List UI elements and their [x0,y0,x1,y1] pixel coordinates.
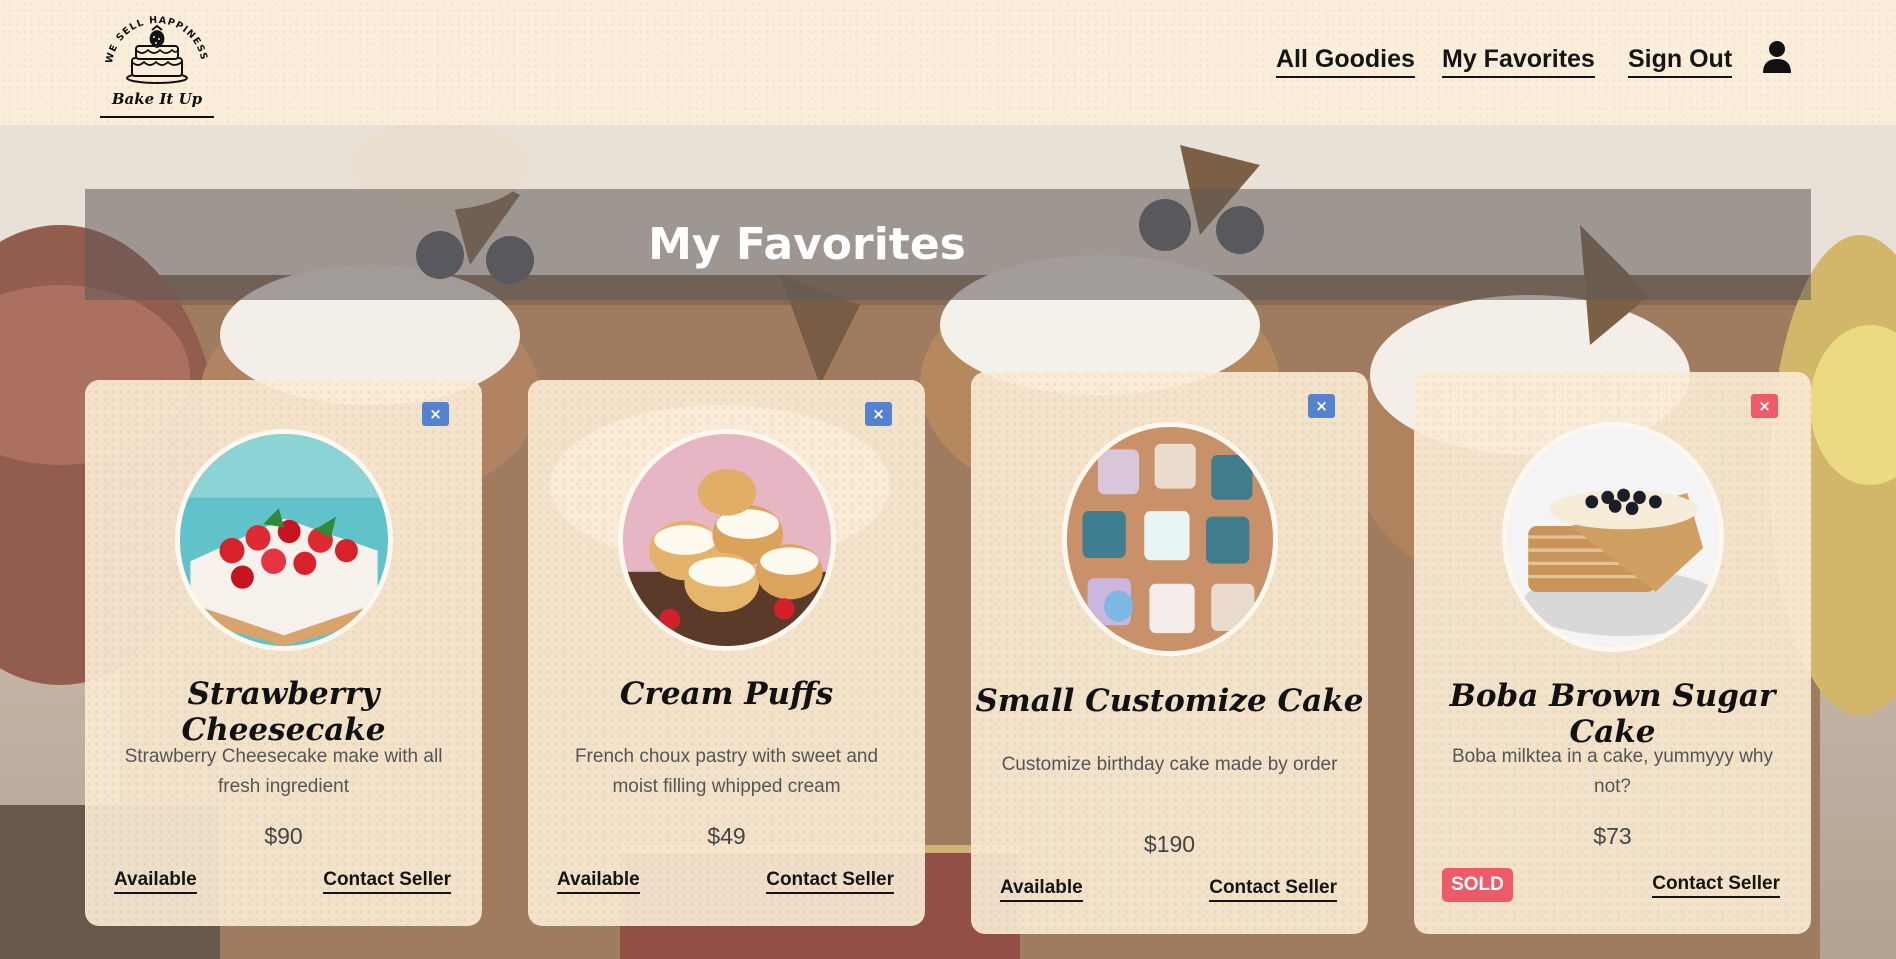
remove-favorite-button[interactable]: × [422,402,449,426]
product-description: Customize birthday cake made by order [1001,754,1338,775]
product-description: Strawberry Cheesecake make with all fres… [124,746,443,797]
product-name: Strawberry Cheesecake [181,676,386,748]
favorite-card: × Cream Puffs French choux pastry with s… [528,380,925,926]
product-photo [617,429,836,651]
nav-my-favorites[interactable]: My Favorites [1442,44,1595,78]
product-price: $90 [264,823,303,849]
product-name: Cream Puffs [619,676,834,712]
favorite-card: × Strawberry Cheesecake Strawberry Chees… [85,380,482,926]
user-icon[interactable] [1762,40,1792,79]
sold-badge: SOLD [1442,868,1513,902]
product-name: Boba Brown Sugar Cake [1449,678,1776,750]
favorite-card: × Boba Brown Sugar Cake Boba milktea in … [1414,372,1811,934]
product-price: $190 [1143,831,1196,857]
product-name: Small Customize Cake [975,683,1364,719]
page-title: My Favorites [648,219,966,270]
nav-sign-out[interactable]: Sign Out [1628,44,1733,78]
nav-all-goodies[interactable]: All Goodies [1276,44,1415,78]
availability-link[interactable]: Available [557,869,640,894]
contact-seller-link[interactable]: Contact Seller [1209,877,1337,902]
product-description: Boba milktea in a cake, yummyyy why not? [1451,746,1773,797]
contact-seller-link[interactable]: Contact Seller [1652,873,1780,898]
availability-link[interactable]: Available [114,869,197,894]
remove-favorite-button[interactable]: × [1751,394,1778,418]
site-header: WE SELL HAPPINESS Bake It Up All Goodies… [0,0,1896,125]
availability-link[interactable]: Available [1000,877,1083,902]
remove-favorite-button[interactable]: × [1308,394,1335,418]
cake-logo-icon: WE SELL HAPPINESS [104,15,208,84]
favorite-card: × Small Customize Cake Customize birthda… [971,372,1368,934]
contact-seller-link[interactable]: Contact Seller [323,869,451,894]
product-price: $49 [707,823,746,849]
product-price: $73 [1593,823,1632,849]
product-photo [1061,422,1278,656]
page-title-bar: My Favorites [85,189,1811,300]
product-photo [1501,422,1724,652]
remove-favorite-button[interactable]: × [865,402,892,426]
bakery-logo[interactable]: WE SELL HAPPINESS Bake It Up [100,6,214,118]
logo-script-text: Bake It Up [111,90,203,108]
contact-seller-link[interactable]: Contact Seller [766,869,894,894]
product-photo [174,429,393,651]
product-description: French choux pastry with sweet and moist… [574,746,879,797]
